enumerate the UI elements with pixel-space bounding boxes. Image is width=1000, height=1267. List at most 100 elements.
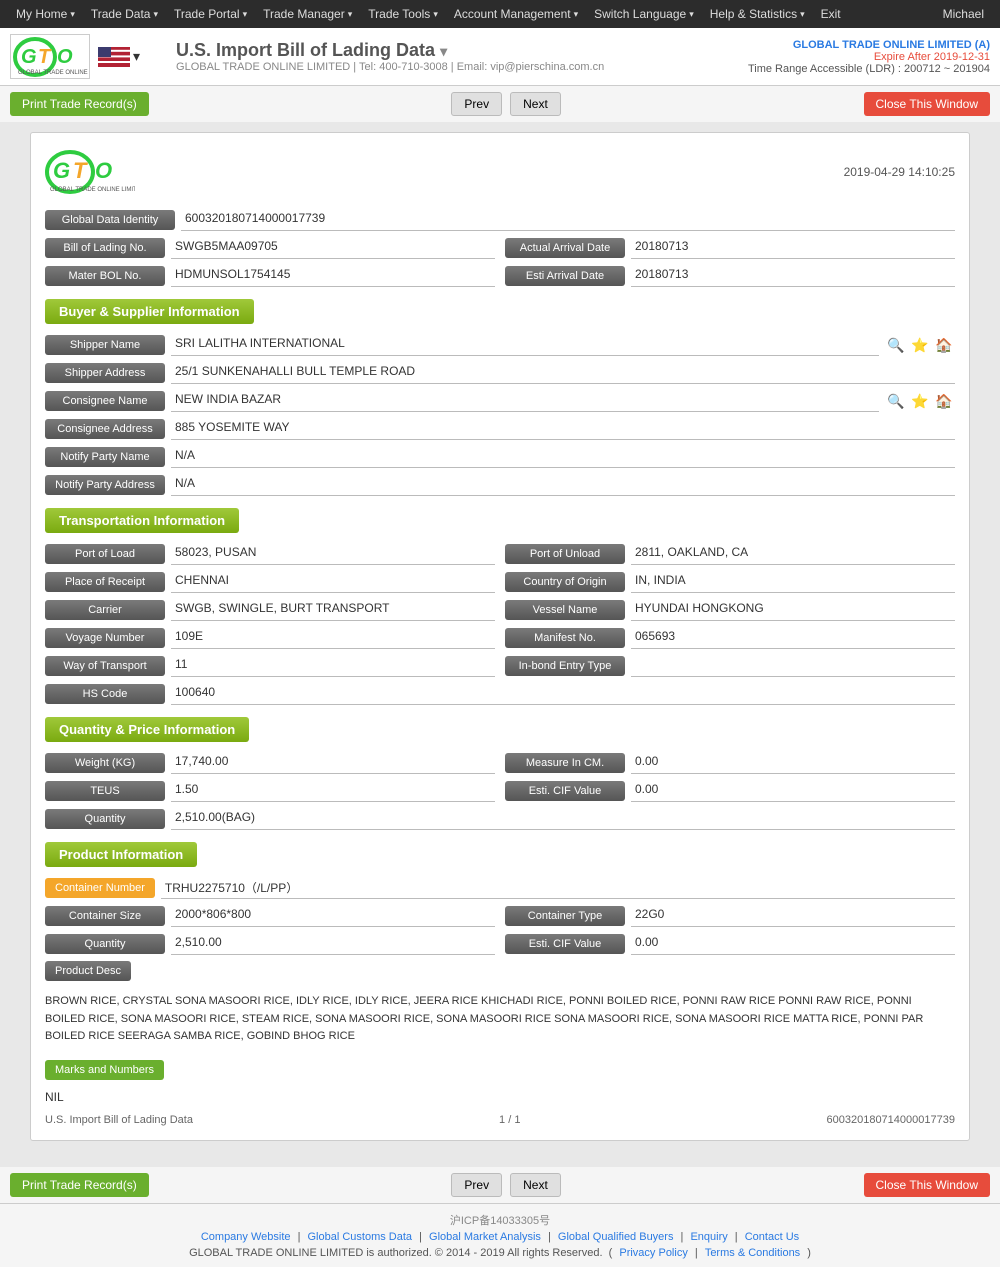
print-button[interactable]: Print Trade Record(s)	[10, 92, 149, 116]
port-unload-label: Port of Unload	[505, 544, 625, 564]
product-desc-row: Product Desc	[45, 961, 955, 981]
quantity-value: 2,510.00(BAG)	[171, 808, 955, 830]
country-origin-value: IN, INDIA	[631, 571, 955, 593]
home-icon[interactable]: 🏠	[933, 390, 955, 412]
footer-link-contact[interactable]: Contact Us	[745, 1231, 799, 1243]
nav-trade-tools[interactable]: Trade Tools ▾	[360, 0, 446, 28]
voyage-group: Voyage Number 109E	[45, 627, 495, 649]
nav-exit[interactable]: Exit	[813, 0, 849, 28]
esti-cif-value: 0.00	[631, 780, 955, 802]
container-size-group: Container Size 2000*806*800	[45, 905, 495, 927]
bottom-print-button[interactable]: Print Trade Record(s)	[10, 1173, 149, 1197]
flag-selector[interactable]: ▾	[98, 47, 140, 67]
quantity-label: Quantity	[45, 809, 165, 829]
product-header: Product Information	[45, 842, 197, 867]
mater-bol-group: Mater BOL No. HDMUNSOL1754145	[45, 265, 495, 287]
notify-name-row: Notify Party Name N/A	[45, 446, 955, 468]
page-header: G T O GLOBAL TRADE ONLINE LIMITED ▾ U	[0, 28, 1000, 86]
container-size-row: Container Size 2000*806*800 Container Ty…	[45, 905, 955, 927]
measure-value: 0.00	[631, 752, 955, 774]
bottom-next-button[interactable]: Next	[510, 1173, 561, 1197]
shipper-address-label: Shipper Address	[45, 363, 165, 383]
chevron-down-icon: ▾	[243, 9, 248, 20]
port-unload-value: 2811, OAKLAND, CA	[631, 543, 955, 565]
svg-text:T: T	[73, 158, 88, 183]
voyage-row: Voyage Number 109E Manifest No. 065693	[45, 627, 955, 649]
vessel-name-value: HYUNDAI HONGKONG	[631, 599, 955, 621]
home-icon[interactable]: 🏠	[933, 334, 955, 356]
footer-link-market[interactable]: Global Market Analysis	[429, 1231, 541, 1243]
footer-privacy-link[interactable]: Privacy Policy	[619, 1247, 687, 1259]
weight-label: Weight (KG)	[45, 753, 165, 773]
shipper-address-value: 25/1 SUNKENAHALLI BULL TEMPLE ROAD	[171, 362, 955, 384]
consignee-name-label: Consignee Name	[45, 391, 165, 411]
container-number-group: Container Number TRHU2275710（/L/PP）	[45, 877, 955, 899]
bottom-close-button[interactable]: Close This Window	[864, 1173, 990, 1197]
product-esti-cif-value: 0.00	[631, 933, 955, 955]
prev-button[interactable]: Prev	[451, 92, 502, 116]
teus-value: 1.50	[171, 780, 495, 802]
nav-help-statistics[interactable]: Help & Statistics ▾	[702, 0, 813, 28]
manifest-value: 065693	[631, 627, 955, 649]
next-button[interactable]: Next	[510, 92, 561, 116]
hs-code-label: HS Code	[45, 684, 165, 704]
icp-number: 沪ICP备14033305号	[10, 1212, 990, 1228]
star-icon[interactable]: ⭐	[909, 390, 931, 412]
main-content: G T O GLOBAL TRADE ONLINE LIMITED 2019-0…	[0, 122, 1000, 1161]
chevron-down-icon: ▾	[348, 9, 353, 20]
footer-link-enquiry[interactable]: Enquiry	[690, 1231, 727, 1243]
esti-arrival-value: 20180713	[631, 265, 955, 287]
close-button[interactable]: Close This Window	[864, 92, 990, 116]
logo-area: G T O GLOBAL TRADE ONLINE LIMITED	[10, 34, 98, 79]
carrier-row: Carrier SWGB, SWINGLE, BURT TRANSPORT Ve…	[45, 599, 955, 621]
record-datetime: 2019-04-29 14:10:25	[844, 165, 955, 179]
weight-group: Weight (KG) 17,740.00	[45, 752, 495, 774]
chevron-down-icon: ▾	[574, 9, 579, 20]
star-icon[interactable]: ⭐	[909, 334, 931, 356]
marks-button[interactable]: Marks and Numbers	[45, 1060, 164, 1080]
buyer-supplier-section: Buyer & Supplier Information Shipper Nam…	[45, 299, 955, 496]
actual-arrival-group: Actual Arrival Date 20180713	[505, 237, 955, 259]
dropdown-icon[interactable]: ▾	[440, 43, 447, 59]
country-origin-label: Country of Origin	[505, 572, 625, 592]
nav-switch-language[interactable]: Switch Language ▾	[586, 0, 702, 28]
global-data-identity-value: 600320180714000017739	[181, 209, 955, 231]
product-esti-cif-group: Esti. CIF Value 0.00	[505, 933, 955, 955]
top-navigation: My Home ▾ Trade Data ▾ Trade Portal ▾ Tr…	[0, 0, 1000, 28]
product-desc-button[interactable]: Product Desc	[45, 961, 131, 981]
teus-row: TEUS 1.50 Esti. CIF Value 0.00	[45, 780, 955, 802]
port-load-value: 58023, PUSAN	[171, 543, 495, 565]
container-number-value: TRHU2275710（/L/PP）	[161, 877, 955, 899]
product-esti-cif-label: Esti. CIF Value	[505, 934, 625, 954]
carrier-value: SWGB, SWINGLE, BURT TRANSPORT	[171, 599, 495, 621]
nav-trade-manager[interactable]: Trade Manager ▾	[255, 0, 360, 28]
footer-link-buyers[interactable]: Global Qualified Buyers	[558, 1231, 674, 1243]
nav-my-home[interactable]: My Home ▾	[8, 0, 83, 28]
global-data-identity-row: Global Data Identity 6003201807140000177…	[45, 209, 955, 231]
page-title-area: U.S. Import Bill of Lading Data ▾ GLOBAL…	[176, 40, 748, 73]
nav-trade-portal[interactable]: Trade Portal ▾	[166, 0, 255, 28]
footer-link-company[interactable]: Company Website	[201, 1231, 291, 1243]
carrier-label: Carrier	[45, 600, 165, 620]
search-icon[interactable]: 🔍	[885, 390, 907, 412]
svg-text:O: O	[57, 46, 73, 68]
esti-cif-group: Esti. CIF Value 0.00	[505, 780, 955, 802]
consignee-name-row: Consignee Name NEW INDIA BAZAR 🔍 ⭐ 🏠	[45, 390, 955, 412]
transportation-header: Transportation Information	[45, 508, 239, 533]
notify-address-label: Notify Party Address	[45, 475, 165, 495]
footer-copyright: GLOBAL TRADE ONLINE LIMITED is authorize…	[10, 1247, 990, 1259]
buyer-supplier-header: Buyer & Supplier Information	[45, 299, 254, 324]
manifest-label: Manifest No.	[505, 628, 625, 648]
nav-account-management[interactable]: Account Management ▾	[446, 0, 586, 28]
nav-trade-data[interactable]: Trade Data ▾	[83, 0, 166, 28]
footer-link-customs[interactable]: Global Customs Data	[308, 1231, 413, 1243]
footer-terms-link[interactable]: Terms & Conditions	[705, 1247, 800, 1259]
inbond-group: In-bond Entry Type	[505, 655, 955, 677]
quantity-price-section: Quantity & Price Information Weight (KG)…	[45, 717, 955, 830]
search-icon[interactable]: 🔍	[885, 334, 907, 356]
chevron-down-icon: ▾	[689, 9, 694, 20]
svg-text:O: O	[95, 158, 112, 183]
mater-bol-row: Mater BOL No. HDMUNSOL1754145 Esti Arriv…	[45, 265, 955, 287]
bottom-prev-button[interactable]: Prev	[451, 1173, 502, 1197]
container-number-button[interactable]: Container Number	[45, 878, 155, 898]
